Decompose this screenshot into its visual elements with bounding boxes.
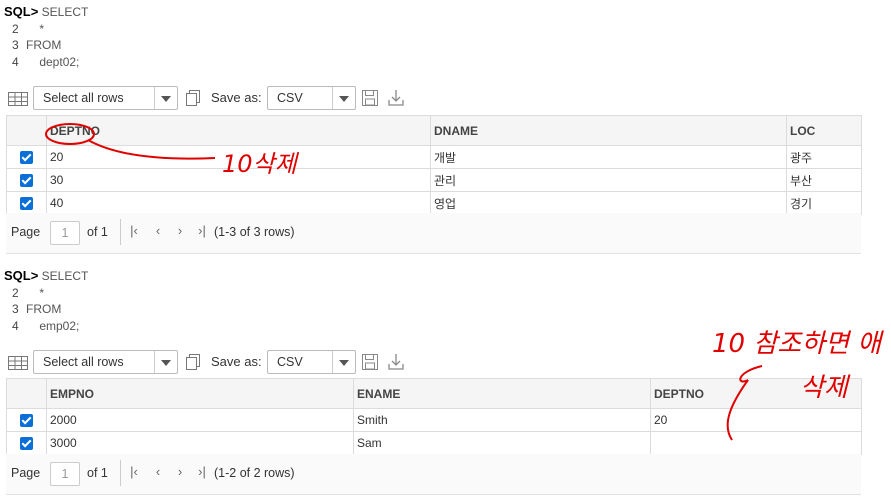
- table-row[interactable]: 30 관리 부산: [6, 168, 862, 192]
- next-page-icon[interactable]: ›: [173, 464, 187, 482]
- sql-line: SELECT: [41, 5, 89, 19]
- table-row[interactable]: 2000 Smith 20: [6, 408, 862, 432]
- table-cell: Smith: [353, 408, 651, 432]
- annotation-note-2: 10 참조하면 애: [712, 329, 884, 359]
- table-row[interactable]: 3000 Sam: [6, 431, 862, 455]
- table-cell: 20: [46, 145, 431, 169]
- result-toolbar: Select all rows Save as: CSV: [6, 350, 426, 378]
- chevron-down-icon: [154, 351, 177, 373]
- page-total-label: of 1: [87, 225, 108, 239]
- save-as-label: Save as:: [211, 354, 262, 369]
- row-checkbox[interactable]: [20, 197, 33, 211]
- table-cell: 부산: [786, 168, 862, 192]
- line-number: 4: [12, 318, 19, 333]
- previous-page-icon[interactable]: ‹: [151, 223, 165, 241]
- select-rows-dropdown[interactable]: Select all rows: [33, 350, 178, 374]
- table-cell: [650, 431, 862, 455]
- table-cell: 30: [46, 168, 431, 192]
- save-as-label: Save as:: [211, 90, 262, 105]
- format-dropdown[interactable]: CSV: [267, 350, 356, 374]
- select-column-header: [6, 378, 47, 409]
- row-checkbox[interactable]: [20, 151, 33, 165]
- format-dropdown[interactable]: CSV: [267, 86, 356, 110]
- format-value: CSV: [277, 355, 303, 369]
- line-number: 3: [12, 302, 19, 316]
- sql-line: dept02;: [26, 54, 80, 69]
- table-cell: 경기: [786, 191, 862, 215]
- column-header-ename[interactable]: ENAME: [353, 378, 651, 409]
- next-page-icon[interactable]: ›: [173, 223, 187, 241]
- column-header-dname[interactable]: DNAME: [430, 115, 787, 146]
- pagination-bar: Page 1 of 1 |‹ ‹ › ›| (1-2 of 2 rows): [6, 454, 861, 495]
- page-number-input[interactable]: 1: [50, 462, 80, 486]
- select-column-header: [6, 115, 47, 146]
- sql-line: emp02;: [26, 318, 80, 333]
- pagination-bar: Page 1 of 1 |‹ ‹ › ›| (1-3 of 3 rows): [6, 213, 861, 254]
- page-number-input[interactable]: 1: [50, 221, 80, 245]
- last-page-icon[interactable]: ›|: [195, 223, 209, 241]
- save-icon[interactable]: [361, 89, 379, 107]
- line-number: 2: [12, 21, 19, 36]
- sql-line: FROM: [26, 302, 62, 316]
- last-page-icon[interactable]: ›|: [195, 464, 209, 482]
- previous-page-icon[interactable]: ‹: [151, 464, 165, 482]
- table-cell: 개발: [430, 145, 787, 169]
- grid-view-icon[interactable]: [8, 356, 28, 370]
- table-row[interactable]: 20 개발 광주: [6, 145, 862, 169]
- line-number: 4: [12, 54, 19, 69]
- sql-line: *: [26, 285, 45, 300]
- row-range-label: (1-2 of 2 rows): [214, 466, 295, 480]
- sql-prompt: SQL>: [4, 268, 39, 283]
- download-icon[interactable]: [387, 353, 405, 371]
- column-header-deptno[interactable]: DEPTNO: [650, 378, 862, 409]
- table-cell: Sam: [353, 431, 651, 455]
- column-header-loc[interactable]: LOC: [786, 115, 862, 146]
- result-grid-dept02: DEPTNO DNAME LOC 20 개발 광주 30 관리 부산 40 영업…: [6, 115, 862, 215]
- chevron-down-icon: [154, 87, 177, 109]
- result-grid-emp02: EMPNO ENAME DEPTNO 2000 Smith 20 3000 Sa…: [6, 378, 862, 455]
- page-label: Page: [11, 466, 41, 480]
- chevron-down-icon: [332, 87, 355, 109]
- row-checkbox[interactable]: [20, 437, 33, 451]
- result-toolbar: Select all rows Save as: CSV: [6, 86, 426, 114]
- sql-line: *: [26, 21, 45, 36]
- select-rows-value: Select all rows: [43, 91, 124, 105]
- sql-line: FROM: [26, 38, 62, 52]
- divider: [120, 219, 121, 245]
- first-page-icon[interactable]: |‹: [127, 223, 141, 241]
- divider: [120, 460, 121, 486]
- table-cell: 영업: [430, 191, 787, 215]
- table-cell: 2000: [46, 408, 354, 432]
- sql-line: SELECT: [41, 269, 89, 283]
- copy-icon[interactable]: [184, 89, 202, 107]
- line-number: 3: [12, 38, 19, 52]
- format-value: CSV: [277, 91, 303, 105]
- grid-view-icon[interactable]: [8, 92, 28, 106]
- sql-prompt: SQL>: [4, 4, 39, 19]
- sql-query-1: SQL> SELECT 2 * 3 FROM 4 dept02;: [4, 4, 88, 70]
- first-page-icon[interactable]: |‹: [127, 464, 141, 482]
- chevron-down-icon: [332, 351, 355, 373]
- table-cell: 광주: [786, 145, 862, 169]
- row-checkbox[interactable]: [20, 174, 33, 188]
- line-number: 2: [12, 285, 19, 300]
- sql-query-2: SQL> SELECT 2 * 3 FROM 4 emp02;: [4, 268, 88, 334]
- page-label: Page: [11, 225, 41, 239]
- table-row[interactable]: 40 영업 경기: [6, 191, 862, 215]
- page-total-label: of 1: [87, 466, 108, 480]
- column-header-deptno[interactable]: DEPTNO: [46, 115, 431, 146]
- save-icon[interactable]: [361, 353, 379, 371]
- table-cell: 3000: [46, 431, 354, 455]
- row-checkbox[interactable]: [20, 414, 33, 428]
- select-rows-dropdown[interactable]: Select all rows: [33, 86, 178, 110]
- table-cell: 40: [46, 191, 431, 215]
- row-range-label: (1-3 of 3 rows): [214, 225, 295, 239]
- table-cell: 20: [650, 408, 862, 432]
- select-rows-value: Select all rows: [43, 355, 124, 369]
- column-header-empno[interactable]: EMPNO: [46, 378, 354, 409]
- download-icon[interactable]: [387, 89, 405, 107]
- table-cell: 관리: [430, 168, 787, 192]
- copy-icon[interactable]: [184, 353, 202, 371]
